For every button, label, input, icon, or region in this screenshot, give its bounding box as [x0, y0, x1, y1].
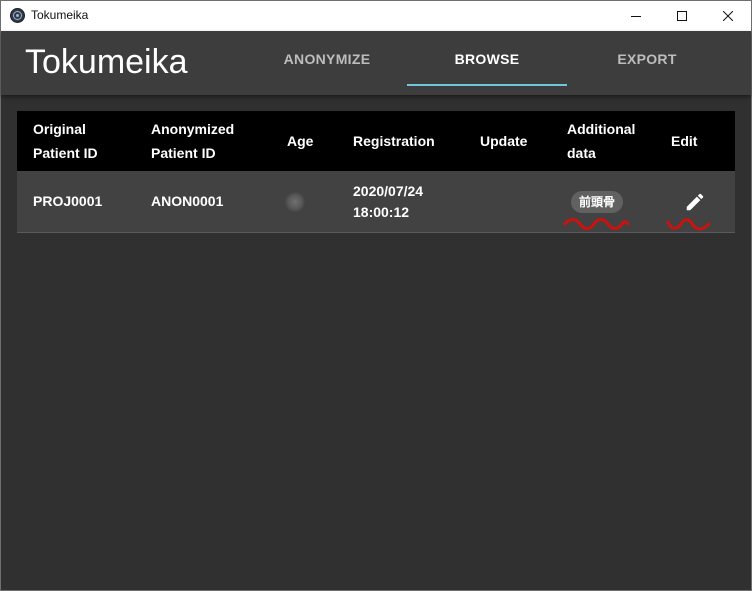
minimize-icon [631, 16, 641, 17]
cell-original-patient-id: PROJ0001 [33, 193, 103, 209]
cell-edit [671, 171, 713, 232]
close-icon [723, 11, 733, 21]
header-update[interactable]: Update [480, 111, 527, 171]
header-age[interactable]: Age [287, 111, 313, 171]
close-button[interactable] [705, 1, 751, 31]
cell-registration: 2020/07/24 18:00:12 [353, 182, 424, 220]
app-logo-icon [10, 8, 25, 23]
maximize-button[interactable] [659, 1, 705, 31]
header-original-patient-id[interactable]: Original Patient ID [33, 111, 98, 171]
cell-age [285, 171, 305, 232]
header-registration[interactable]: Registration [353, 111, 435, 171]
active-tab-indicator [407, 84, 567, 86]
app-brand: Tokumeika [25, 43, 188, 81]
table-header: Original Patient ID Anonymized Patient ID … [17, 111, 735, 171]
cell-anonymized-patient-id: ANON0001 [151, 193, 224, 209]
header-additional-data[interactable]: Additional data [567, 111, 635, 171]
edit-button[interactable] [677, 184, 713, 220]
additional-data-chip[interactable]: 前頭骨 [571, 190, 624, 213]
header-edit: Edit [671, 133, 698, 149]
tab-anonymize[interactable]: ANONYMIZE [247, 31, 407, 87]
pencil-icon [686, 193, 704, 210]
tab-browse[interactable]: BROWSE [407, 31, 567, 87]
title-bar[interactable]: Tokumeika [1, 1, 751, 31]
age-redacted-blur [285, 191, 305, 212]
minimize-button[interactable] [613, 1, 659, 31]
app-header: Tokumeika ANONYMIZE BROWSE EXPORT [1, 31, 751, 95]
patient-table: Original Patient ID Anonymized Patient ID … [17, 111, 735, 233]
cell-additional-data: 前頭骨 [567, 171, 624, 232]
tab-export[interactable]: EXPORT [567, 31, 727, 87]
header-anonymized-patient-id[interactable]: Anonymized Patient ID [151, 111, 234, 171]
table-row[interactable]: PROJ0001 ANON0001 2020/07/24 18:00:12 前頭骨 [17, 171, 735, 233]
maximize-icon [677, 11, 687, 21]
window-title: Tokumeika [31, 8, 89, 22]
